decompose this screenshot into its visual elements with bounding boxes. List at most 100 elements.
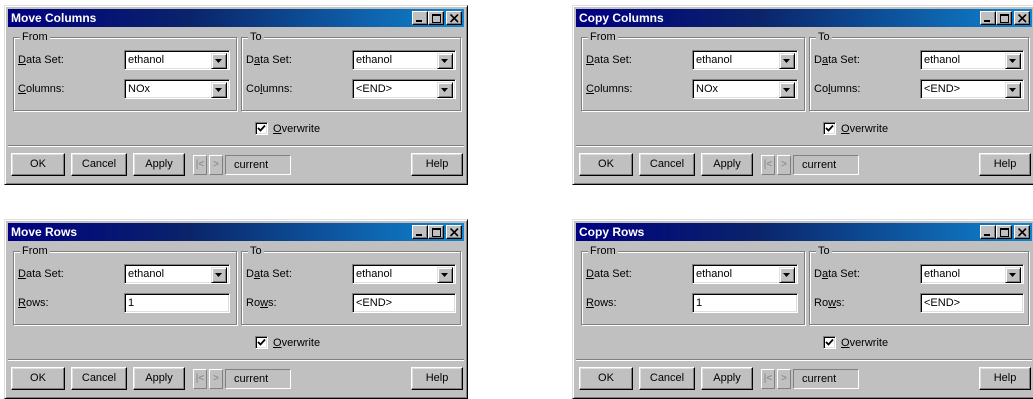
ok-button[interactable]: OK xyxy=(11,367,65,390)
from-dataset-dropdown-button[interactable] xyxy=(211,267,227,283)
item-dropdown-button[interactable] xyxy=(1005,82,1021,98)
from-dataset-dropdown-button[interactable] xyxy=(779,53,795,69)
maximize-button[interactable] xyxy=(428,11,444,25)
to-item-value: <END> xyxy=(924,83,961,95)
item-dropdown-button[interactable] xyxy=(437,82,453,98)
to-group-label: To xyxy=(816,31,832,43)
from-dataset-dropdown-button[interactable] xyxy=(779,267,795,283)
next-record-button[interactable]: > xyxy=(777,369,791,389)
first-record-button[interactable]: |< xyxy=(761,369,775,389)
checkmark-icon xyxy=(257,124,266,132)
from-item-input[interactable]: 1 xyxy=(124,293,230,313)
minimize-button[interactable] xyxy=(412,225,428,239)
to-item-input[interactable]: <END> xyxy=(352,293,456,313)
to-dataset-select[interactable]: ethanol xyxy=(920,264,1024,284)
to-dataset-dropdown-button[interactable] xyxy=(1005,53,1021,69)
move-rows-dialog: Move Rows From Data Set: ethanol Rows: 1 xyxy=(4,219,468,399)
cancel-button[interactable]: Cancel xyxy=(639,367,695,390)
help-button[interactable]: Help xyxy=(979,367,1031,390)
from-item-input[interactable]: NOx xyxy=(692,79,798,99)
cancel-button[interactable]: Cancel xyxy=(71,153,127,176)
ok-button[interactable]: OK xyxy=(579,153,633,176)
maximize-button[interactable] xyxy=(996,225,1012,239)
from-group-label: From xyxy=(20,31,50,43)
title-bar[interactable]: Move Columns xyxy=(8,9,464,27)
to-dataset-select[interactable]: ethanol xyxy=(352,264,456,284)
from-group: From Data Set: ethanol Rows: 1 xyxy=(13,245,237,325)
to-item-input[interactable]: <END> xyxy=(920,79,1024,99)
minimize-button[interactable] xyxy=(980,11,996,25)
maximize-icon xyxy=(1000,228,1009,237)
cancel-button[interactable]: Cancel xyxy=(71,367,127,390)
to-item-label: Columns: xyxy=(246,83,293,95)
close-button[interactable] xyxy=(1014,11,1030,25)
first-record-button[interactable]: |< xyxy=(193,369,207,389)
to-item-input[interactable]: <END> xyxy=(352,79,456,99)
from-group: From Data Set: ethanol Rows: 1 xyxy=(581,245,805,325)
cancel-button[interactable]: Cancel xyxy=(639,153,695,176)
to-dataset-dropdown-button[interactable] xyxy=(1005,267,1021,283)
title-bar[interactable]: Copy Columns xyxy=(576,9,1032,27)
overwrite-checkbox[interactable] xyxy=(255,122,268,135)
first-record-button[interactable]: |< xyxy=(193,155,207,175)
to-dataset-select[interactable]: ethanol xyxy=(920,50,1024,70)
apply-button[interactable]: Apply xyxy=(133,367,185,390)
next-record-button[interactable]: > xyxy=(209,155,223,175)
to-item-value: <END> xyxy=(356,83,393,95)
help-button[interactable]: Help xyxy=(979,153,1031,176)
first-record-button[interactable]: |< xyxy=(761,155,775,175)
close-button[interactable] xyxy=(446,11,462,25)
to-dataset-dropdown-button[interactable] xyxy=(437,267,453,283)
from-dataset-select[interactable]: ethanol xyxy=(692,50,798,70)
overwrite-checkbox[interactable] xyxy=(823,336,836,349)
overwrite-checkbox[interactable] xyxy=(823,122,836,135)
maximize-icon xyxy=(1000,14,1009,23)
next-record-button[interactable]: > xyxy=(209,369,223,389)
from-dataset-select[interactable]: ethanol xyxy=(124,264,230,284)
maximize-button[interactable] xyxy=(996,11,1012,25)
title-bar[interactable]: Move Rows xyxy=(8,223,464,241)
minimize-icon xyxy=(984,234,990,236)
from-dataset-value: ethanol xyxy=(696,268,733,280)
to-item-input[interactable]: <END> xyxy=(920,293,1024,313)
help-button[interactable]: Help xyxy=(411,153,463,176)
from-item-input[interactable]: 1 xyxy=(692,293,798,313)
from-dataset-label: Data Set: xyxy=(586,268,632,280)
apply-button[interactable]: Apply xyxy=(701,367,753,390)
title-bar[interactable]: Copy Rows xyxy=(576,223,1032,241)
minimize-icon xyxy=(416,234,422,236)
minimize-button[interactable] xyxy=(980,225,996,239)
to-item-label: Rows: xyxy=(246,297,277,309)
to-dataset-dropdown-button[interactable] xyxy=(437,53,453,69)
close-button[interactable] xyxy=(446,225,462,239)
maximize-icon xyxy=(432,228,441,237)
dialog-title: Copy Rows xyxy=(579,225,645,239)
from-item-input[interactable]: NOx xyxy=(124,79,230,99)
ok-button[interactable]: OK xyxy=(579,367,633,390)
ok-button[interactable]: OK xyxy=(11,153,65,176)
from-dataset-select[interactable]: ethanol xyxy=(124,50,230,70)
next-record-button[interactable]: > xyxy=(777,155,791,175)
dialog-title: Move Columns xyxy=(11,11,97,25)
minimize-button[interactable] xyxy=(412,11,428,25)
current-indicator: current xyxy=(793,155,859,175)
chevron-down-icon xyxy=(215,59,222,63)
from-dataset-dropdown-button[interactable] xyxy=(211,53,227,69)
from-dataset-select[interactable]: ethanol xyxy=(692,264,798,284)
checkmark-icon xyxy=(825,124,834,132)
dialog-title: Move Rows xyxy=(11,225,78,239)
chevron-down-icon xyxy=(1009,273,1016,277)
help-button[interactable]: Help xyxy=(411,367,463,390)
apply-button[interactable]: Apply xyxy=(133,153,185,176)
to-dataset-select[interactable]: ethanol xyxy=(352,50,456,70)
chevron-down-icon xyxy=(1009,88,1016,92)
to-dataset-label: Data Set: xyxy=(246,54,292,66)
close-icon xyxy=(1018,14,1027,23)
move-columns-dialog: Move Columns From Data Set: ethanol Colu… xyxy=(4,5,468,185)
maximize-button[interactable] xyxy=(428,225,444,239)
item-dropdown-button[interactable] xyxy=(211,82,227,98)
close-button[interactable] xyxy=(1014,225,1030,239)
overwrite-checkbox[interactable] xyxy=(255,336,268,349)
item-dropdown-button[interactable] xyxy=(779,82,795,98)
apply-button[interactable]: Apply xyxy=(701,153,753,176)
